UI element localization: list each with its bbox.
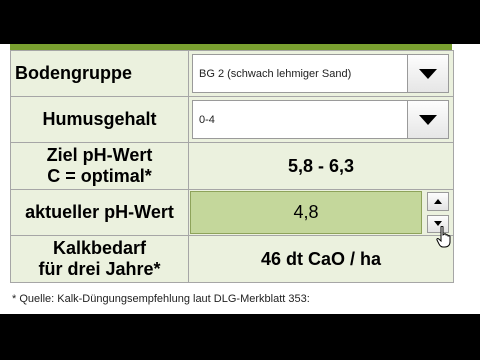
row-bodengruppe: Bodengruppe BG 2 (schwach lehmiger Sand) [10,50,454,97]
arrow-up-icon [434,198,442,204]
bodengruppe-dropdown[interactable]: BG 2 (schwach lehmiger Sand) [192,54,449,93]
ziel-ph-label-line1: Ziel pH-Wert [46,145,153,165]
aktueller-ph-label: aktueller pH-Wert [10,189,189,236]
humusgehalt-label: Humusgehalt [10,96,189,143]
aktueller-ph-input[interactable]: 4,8 [190,191,422,234]
ziel-ph-label-line2: C = optimal* [47,166,152,186]
kalkbedarf-label: Kalkbedarf für drei Jahre* [10,235,189,283]
aktueller-ph-cell: 4,8 [188,189,454,236]
kalkbedarf-value: 46 dt CaO / ha [188,235,454,283]
bodengruppe-label: Bodengruppe [10,50,189,97]
row-humusgehalt: Humusgehalt 0-4 [10,96,454,143]
row-aktueller-ph: aktueller pH-Wert 4,8 [10,189,454,236]
ph-increase-button[interactable] [427,192,449,211]
source-footnote: * Quelle: Kalk-Düngungsempfehlung laut D… [12,293,310,305]
row-ziel-ph: Ziel pH-Wert C = optimal* 5,8 - 6,3 [10,142,454,190]
kalkbedarf-label-line2: für drei Jahre* [38,259,161,279]
bodengruppe-selected-value: BG 2 (schwach lehmiger Sand) [199,67,352,80]
row-kalkbedarf: Kalkbedarf für drei Jahre* 46 dt CaO / h… [10,235,454,283]
kalkbedarf-label-line1: Kalkbedarf [52,238,147,258]
chevron-down-icon [419,114,437,125]
humusgehalt-selected-value: 0-4 [199,113,215,126]
lime-calculator-table: Bodengruppe BG 2 (schwach lehmiger Sand)… [10,50,454,283]
humusgehalt-dropdown-button[interactable] [407,101,448,138]
humusgehalt-cell: 0-4 [188,96,454,143]
hand-cursor-icon [436,226,451,248]
bodengruppe-cell: BG 2 (schwach lehmiger Sand) [188,50,454,97]
bodengruppe-dropdown-button[interactable] [407,55,448,92]
humusgehalt-dropdown[interactable]: 0-4 [192,100,449,139]
ziel-ph-value: 5,8 - 6,3 [188,142,454,190]
chevron-down-icon [419,68,437,79]
ziel-ph-label: Ziel pH-Wert C = optimal* [10,142,189,190]
